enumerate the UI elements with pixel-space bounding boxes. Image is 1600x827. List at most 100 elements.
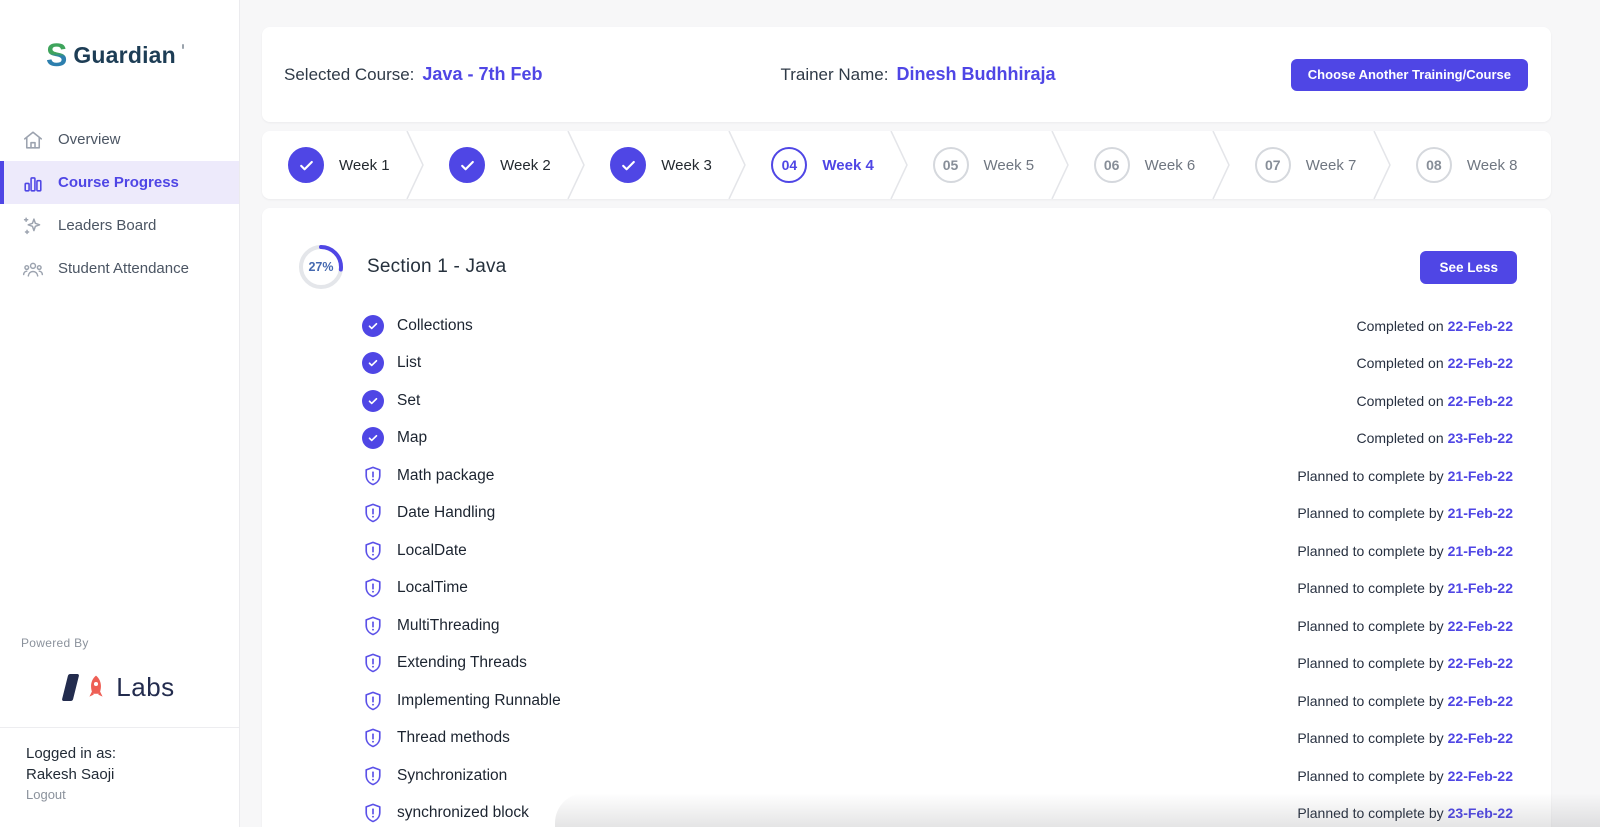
- topic-row: Thread methods Planned to complete by22-…: [262, 720, 1551, 758]
- week-step[interactable]: 07 Week 7: [1229, 131, 1390, 199]
- topic-status-icon: [362, 652, 384, 674]
- topic-status-text: Planned to complete by21-Feb-22: [1297, 505, 1513, 521]
- logged-in-user: Rakesh Saoji: [26, 766, 239, 783]
- topic-row: Collections Completed on22-Feb-22: [262, 307, 1551, 345]
- logged-in-label: Logged in as:: [26, 745, 239, 762]
- chevron-separator-icon: [889, 131, 909, 199]
- sidebar-nav-item[interactable]: Course Progress bar-chart-icon: [0, 161, 239, 204]
- topic-status-text: Planned to complete by21-Feb-22: [1297, 468, 1513, 484]
- topic-status-phrase: Planned to complete by: [1297, 768, 1443, 784]
- powered-by-label: Powered By: [21, 636, 239, 650]
- topic-status-icon: [362, 615, 384, 637]
- topic-row: Implementing Runnable Planned to complet…: [262, 682, 1551, 720]
- trademark-tick: [182, 44, 184, 49]
- topic-date: 23-Feb-22: [1448, 430, 1513, 446]
- logout-link[interactable]: Logout: [26, 787, 239, 802]
- chevron-separator-icon: [1211, 131, 1231, 199]
- week-stepper: Week 1 Week 2: [262, 131, 1551, 199]
- check-icon: [459, 157, 476, 174]
- sidebar-nav: Overview home-icon Course Progress bar-c…: [0, 118, 239, 290]
- section-header: 27% Section 1 - Java See Less: [262, 208, 1551, 291]
- topic-date: 21-Feb-22: [1448, 580, 1513, 596]
- labs-slash-icon: [62, 674, 80, 701]
- topic-status-text: Planned to complete by22-Feb-22: [1297, 768, 1513, 784]
- check-circle-icon: [362, 315, 384, 337]
- shield-alert-icon: [362, 540, 384, 562]
- rocket-icon: [83, 674, 109, 702]
- sidebar-nav-item[interactable]: Overview home-icon: [0, 118, 239, 161]
- topic-row: LocalDate Planned to complete by21-Feb-2…: [262, 532, 1551, 570]
- topic-name: MultiThreading: [397, 617, 500, 635]
- topic-status-icon: [362, 765, 384, 787]
- nav-item-label: Course Progress: [58, 174, 179, 191]
- topic-list: Collections Completed on22-Feb-22: [262, 307, 1551, 827]
- guardian-logo-mark: S: [46, 40, 67, 70]
- topic-status-phrase: Planned to complete by: [1297, 618, 1443, 634]
- week-label: Week 6: [1145, 157, 1196, 174]
- topic-status-icon: [362, 352, 384, 374]
- powered-by-block: Powered By Labs: [0, 636, 239, 727]
- section-title: Section 1 - Java: [367, 256, 506, 278]
- see-less-button[interactable]: See Less: [1420, 251, 1517, 284]
- topic-row: synchronized block Planned to complete b…: [262, 795, 1551, 827]
- topic-status-text: Completed on22-Feb-22: [1356, 318, 1513, 334]
- week-stepper-card: Week 1 Week 2: [262, 131, 1551, 199]
- choose-training-button[interactable]: Choose Another Training/Course: [1291, 59, 1528, 91]
- topic-status-phrase: Planned to complete by: [1297, 543, 1443, 559]
- topic-status-phrase: Planned to complete by: [1297, 655, 1443, 671]
- topic-name: Date Handling: [397, 504, 495, 522]
- sidebar-nav-item[interactable]: Leaders Board sparkles-icon: [0, 204, 239, 247]
- check-circle-icon: [362, 352, 384, 374]
- topic-name: Synchronization: [397, 767, 507, 785]
- topic-date: 22-Feb-22: [1448, 730, 1513, 746]
- topic-date: 21-Feb-22: [1448, 505, 1513, 521]
- topic-row: Date Handling Planned to complete by21-F…: [262, 495, 1551, 533]
- topic-name: synchronized block: [397, 804, 529, 822]
- shield-alert-icon: [362, 765, 384, 787]
- selected-course-label: Selected Course:: [284, 65, 414, 85]
- week-number: 05: [943, 157, 959, 173]
- topic-status-text: Planned to complete by23-Feb-22: [1297, 805, 1513, 821]
- week-step[interactable]: Week 3: [584, 131, 745, 199]
- week-step[interactable]: 05 Week 5: [907, 131, 1068, 199]
- shield-alert-icon: [362, 502, 384, 524]
- week-step-circle: 06: [1094, 147, 1130, 183]
- topic-status-phrase: Completed on: [1356, 393, 1443, 409]
- shield-alert-icon: [362, 615, 384, 637]
- topic-status-icon: [362, 577, 384, 599]
- topic-status-text: Planned to complete by21-Feb-22: [1297, 580, 1513, 596]
- topic-status-text: Completed on22-Feb-22: [1356, 355, 1513, 371]
- week-step[interactable]: 08 Week 8: [1390, 131, 1551, 199]
- chevron-separator-icon: [405, 131, 425, 199]
- topic-date: 21-Feb-22: [1448, 543, 1513, 559]
- shield-alert-icon: [362, 690, 384, 712]
- check-icon: [298, 157, 315, 174]
- topic-status-icon: [362, 315, 384, 337]
- progress-ring: 27%: [297, 243, 345, 291]
- nav-item-label: Overview: [58, 131, 121, 148]
- chevron-separator-icon: [566, 131, 586, 199]
- chevron-separator-icon: [1050, 131, 1070, 199]
- week-label: Week 7: [1306, 157, 1357, 174]
- topic-status-icon: [362, 540, 384, 562]
- section-card: 27% Section 1 - Java See Less: [262, 208, 1551, 827]
- topic-status-text: Completed on22-Feb-22: [1356, 393, 1513, 409]
- topic-row: LocalTime Planned to complete by21-Feb-2…: [262, 570, 1551, 608]
- week-step[interactable]: Week 1: [262, 131, 423, 199]
- week-step[interactable]: 06 Week 6: [1068, 131, 1229, 199]
- topic-row: List Completed on22-Feb-22: [262, 345, 1551, 383]
- week-step[interactable]: 04 Week 4: [745, 131, 906, 199]
- topic-status-icon: [362, 727, 384, 749]
- topic-row: Extending Threads Planned to complete by…: [262, 645, 1551, 683]
- week-step[interactable]: Week 2: [423, 131, 584, 199]
- topic-name: LocalTime: [397, 579, 468, 597]
- bar-chart-icon: [22, 172, 44, 194]
- topic-row: Synchronization Planned to complete by22…: [262, 757, 1551, 795]
- chevron-separator-icon: [727, 131, 747, 199]
- topic-status-phrase: Planned to complete by: [1297, 805, 1443, 821]
- sidebar-nav-item[interactable]: Student Attendance users-icon: [0, 247, 239, 290]
- labs-logo: Labs: [21, 672, 219, 703]
- week-number: 07: [1265, 157, 1281, 173]
- topic-name: Implementing Runnable: [397, 692, 561, 710]
- nav-item-label: Student Attendance: [58, 260, 189, 277]
